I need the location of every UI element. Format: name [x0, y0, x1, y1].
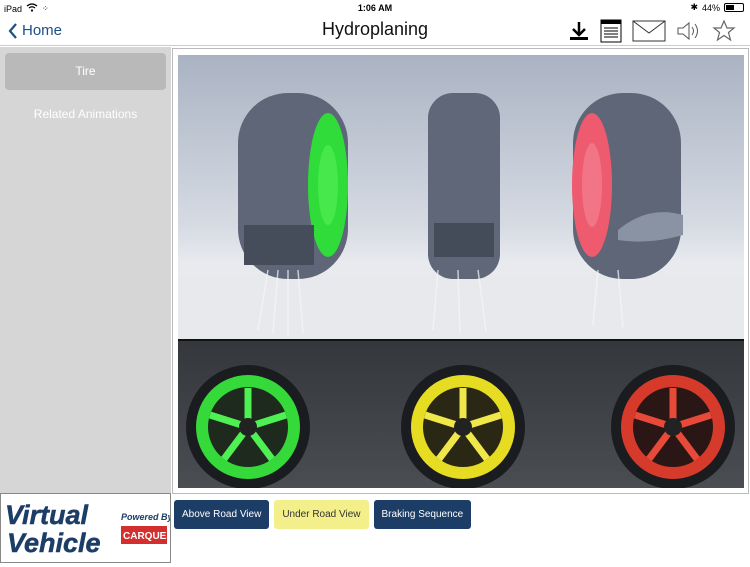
- wheel-green: [186, 365, 310, 488]
- logo-powered-by: Powered By: [121, 512, 170, 522]
- tire-red-side: [572, 93, 683, 279]
- nav-bar: Home Hydroplaning: [0, 16, 750, 46]
- animation-viewer: [172, 48, 749, 494]
- speaker-icon[interactable]: [676, 20, 702, 47]
- wheel-yellow: [401, 365, 525, 488]
- virtual-vehicle-logo: Virtual Vehicle Powered By CARQUEST: [0, 493, 179, 563]
- above-road-view-button[interactable]: Above Road View: [174, 500, 270, 529]
- status-right: ✱ 44%: [690, 2, 744, 13]
- notes-icon[interactable]: [600, 19, 622, 48]
- bluetooth-icon: ✱: [690, 2, 698, 12]
- tire-tread-center: [428, 93, 500, 279]
- toolbar: [568, 19, 736, 48]
- logo-vehicle-text: Vehicle: [7, 528, 101, 558]
- star-icon[interactable]: [712, 19, 736, 48]
- status-time: 1:06 AM: [357, 3, 393, 13]
- related-animations-link[interactable]: Related Animations: [0, 107, 171, 121]
- battery-percent: 44%: [701, 2, 720, 13]
- wheel-red: [611, 365, 735, 488]
- tire-green-side: [238, 93, 348, 279]
- download-icon[interactable]: [568, 20, 590, 47]
- logo-virtual-text: Virtual: [5, 500, 89, 530]
- under-road-view-button[interactable]: Under Road View: [274, 500, 369, 529]
- tire-button[interactable]: Tire: [5, 53, 166, 90]
- logo-carquest: CARQUEST: [123, 531, 170, 542]
- battery-icon: [724, 3, 744, 12]
- mail-icon[interactable]: [632, 20, 666, 47]
- hydroplaning-animation[interactable]: [178, 55, 744, 488]
- view-buttons: Above Road View Under Road View Braking …: [174, 500, 472, 529]
- sidebar: Tire Related Animations: [0, 47, 171, 493]
- status-bar: iPad ⁘ 1:06 AM ✱ 44%: [0, 0, 750, 16]
- braking-sequence-button[interactable]: Braking Sequence: [373, 500, 472, 529]
